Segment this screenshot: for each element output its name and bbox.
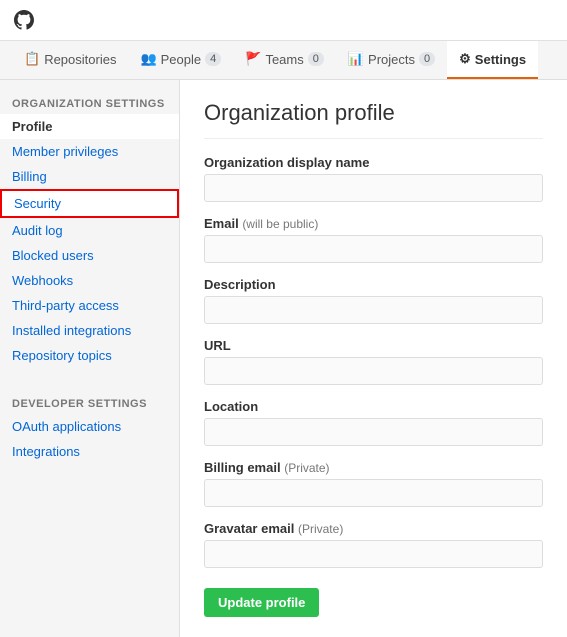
input-gravatar-email[interactable] xyxy=(204,540,543,568)
people-icon: 👥 xyxy=(140,51,156,67)
sidebar-item-member-privileges[interactable]: Member privileges xyxy=(0,139,179,164)
input-location[interactable] xyxy=(204,418,543,446)
label-billing-email: Billing email (Private) xyxy=(204,460,543,475)
input-email[interactable] xyxy=(204,235,543,263)
teams-badge: 0 xyxy=(308,52,324,66)
header xyxy=(0,0,567,41)
nav-tabs: 📋 Repositories 👥 People 4 🚩 Teams 0 📊 Pr… xyxy=(0,41,567,80)
sidebar-item-oauth-applications[interactable]: OAuth applications xyxy=(0,414,179,439)
tab-teams[interactable]: 🚩 Teams 0 xyxy=(233,41,336,79)
projects-icon: 📊 xyxy=(348,51,364,67)
dev-settings-label: Developer settings xyxy=(0,392,179,414)
field-display-name: Organization display name xyxy=(204,155,543,202)
label-url: URL xyxy=(204,338,543,353)
sidebar-item-profile[interactable]: Profile xyxy=(0,114,179,139)
profile-area: Organization profile Organization displa… xyxy=(180,80,567,637)
sidebar-item-webhooks[interactable]: Webhooks xyxy=(0,268,179,293)
input-display-name[interactable] xyxy=(204,174,543,202)
settings-icon: ⚙ xyxy=(459,51,471,67)
sidebar-item-installed-integrations[interactable]: Installed integrations xyxy=(0,318,179,343)
field-location: Location xyxy=(204,399,543,446)
github-logo xyxy=(12,8,36,32)
sidebar-item-repository-topics[interactable]: Repository topics xyxy=(0,343,179,368)
field-url: URL xyxy=(204,338,543,385)
input-url[interactable] xyxy=(204,357,543,385)
tab-repositories[interactable]: 📋 Repositories xyxy=(12,41,128,79)
tab-projects[interactable]: 📊 Projects 0 xyxy=(336,41,447,79)
input-description[interactable] xyxy=(204,296,543,324)
teams-icon: 🚩 xyxy=(245,51,261,67)
sidebar-item-audit-log[interactable]: Audit log xyxy=(0,218,179,243)
repo-icon: 📋 xyxy=(24,51,40,67)
sidebar-item-integrations[interactable]: Integrations xyxy=(0,439,179,464)
sidebar-item-billing[interactable]: Billing xyxy=(0,164,179,189)
field-billing-email: Billing email (Private) xyxy=(204,460,543,507)
org-settings-label: Organization settings xyxy=(0,92,179,114)
sidebar-divider xyxy=(0,376,179,388)
tab-settings[interactable]: ⚙ Settings xyxy=(447,41,538,79)
sidebar-item-third-party-access[interactable]: Third-party access xyxy=(0,293,179,318)
update-profile-button[interactable]: Update profile xyxy=(204,588,319,617)
input-billing-email[interactable] xyxy=(204,479,543,507)
field-email: Email (will be public) xyxy=(204,216,543,263)
label-email: Email (will be public) xyxy=(204,216,543,231)
main-content: Organization settings Profile Member pri… xyxy=(0,80,567,637)
sidebar-item-blocked-users[interactable]: Blocked users xyxy=(0,243,179,268)
tab-people[interactable]: 👥 People 4 xyxy=(128,41,233,79)
field-gravatar-email: Gravatar email (Private) xyxy=(204,521,543,568)
label-location: Location xyxy=(204,399,543,414)
field-description: Description xyxy=(204,277,543,324)
label-description: Description xyxy=(204,277,543,292)
projects-badge: 0 xyxy=(419,52,435,66)
sidebar-item-security[interactable]: Security xyxy=(0,189,179,218)
page-title: Organization profile xyxy=(204,100,543,139)
people-badge: 4 xyxy=(205,52,221,66)
label-gravatar-email: Gravatar email (Private) xyxy=(204,521,543,536)
sidebar: Organization settings Profile Member pri… xyxy=(0,80,180,637)
label-display-name: Organization display name xyxy=(204,155,543,170)
